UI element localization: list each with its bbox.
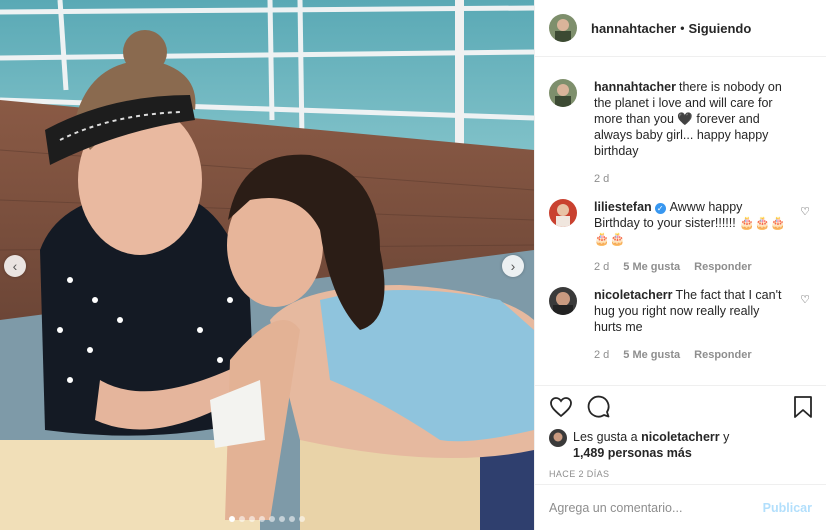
previous-photo-button[interactable]: ‹ — [4, 255, 26, 277]
comment-likes[interactable]: 5 Me gusta — [623, 261, 680, 273]
comments-list[interactable]: hannahtacher there is nobody on the plane… — [535, 57, 826, 385]
caption-text: hannahtacher there is nobody on the plane… — [594, 79, 790, 159]
comment-time[interactable]: 2 d — [594, 349, 609, 361]
small-heart-icon[interactable]: ♡ — [800, 205, 810, 218]
comment-likes[interactable]: 5 Me gusta — [623, 349, 680, 361]
comment-text: liliestefan ✓ Awww happy Birthday to your … — [594, 199, 790, 247]
carousel-dot — [279, 516, 285, 522]
carousel-dot — [229, 516, 235, 522]
comment-body: liliestefan ✓ Awww happy Birthday to your … — [594, 199, 812, 273]
carousel-indicator — [0, 516, 534, 522]
liker-avatar[interactable] — [549, 429, 567, 447]
carousel-dot — [299, 516, 305, 522]
post-header: hannahtacher • Siguiendo — [535, 0, 826, 57]
carousel-dot — [269, 516, 275, 522]
verified-badge-icon: ✓ — [654, 203, 666, 214]
publish-button[interactable]: Publicar — [763, 501, 812, 515]
likes-count[interactable]: 1,489 personas más — [573, 446, 692, 460]
caption-avatar[interactable] — [549, 79, 577, 107]
reply-button[interactable]: Responder — [694, 349, 751, 361]
caption-time[interactable]: 2 d — [594, 173, 609, 185]
comment-meta: 2 d 5 Me gusta Responder — [594, 349, 790, 361]
comment-text: nicoletacherr The fact that I can't hug y… — [594, 287, 790, 335]
comment-input[interactable] — [549, 500, 763, 515]
header-separator: • — [680, 21, 685, 35]
likes-prefix: Les gusta a — [573, 430, 638, 444]
likes-summary: Les gusta a nicoletacherr y 1,489 person… — [549, 429, 814, 461]
add-comment-bar: Publicar — [535, 484, 826, 530]
author-username[interactable]: hannahtacher — [591, 21, 676, 36]
comment-item: nicoletacherr The fact that I can't hug y… — [549, 287, 812, 361]
comment-username[interactable]: liliestefan — [594, 200, 652, 214]
post-photo[interactable]: ‹ › — [0, 0, 534, 530]
post-sidebar: hannahtacher • Siguiendo hannahtacher the… — [534, 0, 826, 530]
caption-meta: 2 d — [594, 173, 790, 185]
bookmark-icon[interactable] — [792, 395, 814, 422]
reply-button[interactable]: Responder — [694, 261, 751, 273]
comment-icon[interactable] — [587, 395, 611, 422]
likes-joiner: y — [723, 430, 730, 444]
carousel-dot — [239, 516, 245, 522]
commenter-avatar[interactable] — [549, 199, 577, 227]
caption: hannahtacher there is nobody on the plane… — [549, 79, 812, 185]
following-button[interactable]: Siguiendo — [688, 21, 751, 36]
liker-username[interactable]: nicoletacherr — [641, 430, 720, 444]
carousel-dot — [289, 516, 295, 522]
comment-meta: 2 d 5 Me gusta Responder — [594, 261, 790, 273]
caption-body: hannahtacher there is nobody on the plane… — [594, 79, 812, 185]
instagram-post: ‹ › hannahtacher • Siguiendo hannahtache… — [0, 0, 826, 530]
post-actions: Les gusta a nicoletacherr y 1,489 person… — [535, 385, 826, 530]
post-timestamp[interactable]: HACE 2 DÍAS — [549, 469, 814, 479]
comment-username[interactable]: nicoletacherr — [594, 288, 673, 302]
likes-text: Les gusta a nicoletacherr y 1,489 person… — [573, 429, 729, 461]
caption-username[interactable]: hannahtacher — [594, 80, 676, 94]
comment-time[interactable]: 2 d — [594, 261, 609, 273]
heart-icon[interactable] — [549, 395, 573, 422]
carousel-dot — [249, 516, 255, 522]
author-avatar[interactable] — [549, 14, 577, 42]
next-photo-button[interactable]: › — [502, 255, 524, 277]
photo-scene — [0, 0, 534, 530]
commenter-avatar[interactable] — [549, 287, 577, 315]
comment-item: liliestefan ✓ Awww happy Birthday to your … — [549, 199, 812, 273]
action-icons — [549, 394, 814, 422]
small-heart-icon[interactable]: ♡ — [800, 293, 810, 306]
comment-body: nicoletacherr The fact that I can't hug y… — [594, 287, 812, 361]
carousel-dot — [259, 516, 265, 522]
